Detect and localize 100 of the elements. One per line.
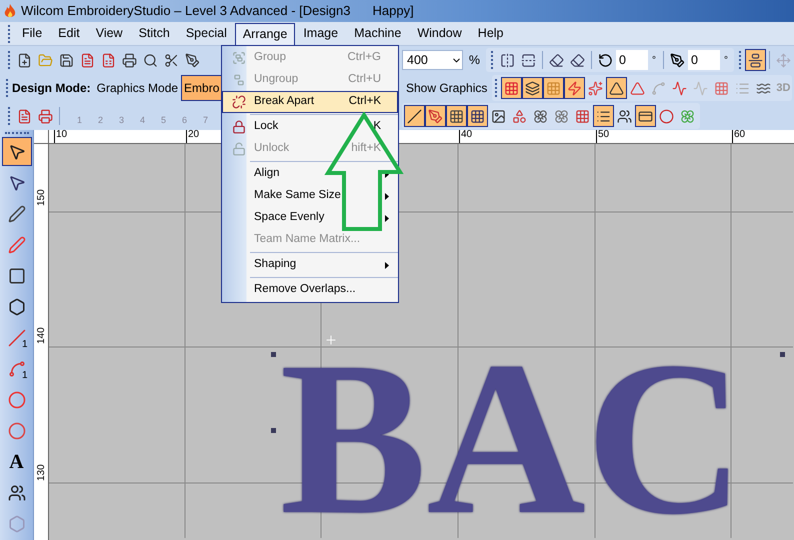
reshape-pointer-icon xyxy=(8,174,26,192)
new-file-icon xyxy=(17,52,32,68)
card-icon xyxy=(638,108,653,124)
ruler-label: 130 xyxy=(37,465,47,481)
zoom-field[interactable]: 400 xyxy=(402,50,463,70)
flame-icon xyxy=(3,3,17,19)
menu-item-icon xyxy=(232,142,246,156)
mesh-stitch-icon xyxy=(546,80,562,96)
menu-item[interactable]: Image xyxy=(295,22,346,44)
align-center-icon xyxy=(748,52,763,68)
ruler-label: 40 xyxy=(459,130,472,143)
menu-item-icon xyxy=(232,95,246,109)
arrow-pointer-tool[interactable] xyxy=(2,137,32,166)
ruler-label: 60 xyxy=(732,130,746,143)
mesh-stitch-button[interactable] xyxy=(543,77,564,99)
menu-item[interactable]: Stitch xyxy=(130,22,178,44)
dotted-block-icon xyxy=(714,80,730,96)
flower-icon xyxy=(680,108,695,124)
grid-button[interactable] xyxy=(446,105,467,127)
mirror-horizontal-icon xyxy=(500,52,515,68)
triangle-pattern-icon xyxy=(630,80,646,96)
menu-item[interactable]: Make Same Size xyxy=(222,185,398,207)
design-mode-label: Design Mode: xyxy=(12,80,91,97)
ruler-label: 10 xyxy=(54,130,68,143)
people-row-icon xyxy=(617,108,632,124)
rotate-angle-field[interactable]: 0 xyxy=(616,50,648,70)
zigzag-icon xyxy=(672,80,688,96)
menu-item[interactable]: Remove Overlaps... xyxy=(222,279,398,301)
align-center-button[interactable] xyxy=(745,49,766,71)
ruler-label: 50 xyxy=(596,130,610,143)
crosshair-cursor-icon xyxy=(324,333,338,347)
menu-item[interactable]: Machine xyxy=(346,22,410,44)
degree-unit: ° xyxy=(652,54,656,68)
ruler-label: 150 xyxy=(37,190,47,206)
menu-item-icon xyxy=(232,73,246,87)
ruler-label: 140 xyxy=(37,328,47,344)
line-tool[interactable]: 1 xyxy=(2,323,32,352)
save-icon xyxy=(59,52,74,68)
selection-handle[interactable] xyxy=(780,352,785,357)
hatch-icon xyxy=(756,80,772,96)
card-button[interactable] xyxy=(635,105,656,127)
shortcut-label: Ctrl+G xyxy=(347,50,382,66)
triangle-stitch-icon xyxy=(609,80,624,96)
selection-handle[interactable] xyxy=(271,428,276,433)
menu-item[interactable]: Align xyxy=(222,163,398,185)
menu-item-icon xyxy=(232,51,246,65)
menu-item[interactable]: Arrange xyxy=(234,22,296,44)
open-folder-icon xyxy=(38,52,53,68)
submenu-arrow-icon xyxy=(385,262,389,268)
letter-tool[interactable]: A xyxy=(2,447,32,476)
selection-handle[interactable] xyxy=(271,352,276,357)
node-polygon-icon xyxy=(8,298,26,316)
menu-item-icon xyxy=(232,120,246,134)
stitch-file-icon xyxy=(101,52,116,68)
shapes-icon xyxy=(512,108,527,124)
menu-item[interactable]: Break Apart Ctrl+K xyxy=(222,91,398,113)
color-list-button[interactable] xyxy=(593,105,614,127)
menu-item[interactable]: Help xyxy=(470,22,512,44)
menu-item[interactable]: Edit xyxy=(50,22,88,44)
printer-icon xyxy=(122,52,137,68)
polyline-tool[interactable]: 1 xyxy=(2,354,32,383)
line-icon xyxy=(8,328,26,346)
shortcut-label: Ctrl+U xyxy=(348,72,382,88)
menu-item[interactable]: Lock K xyxy=(222,116,398,138)
menu-item[interactable]: Window xyxy=(409,22,470,44)
table-icon xyxy=(470,108,485,124)
dot-grid-icon xyxy=(575,108,590,124)
grid-stitch-button[interactable] xyxy=(501,77,522,99)
submenu-arrow-icon xyxy=(385,192,389,200)
table-button[interactable] xyxy=(467,105,488,127)
lines-icon xyxy=(735,80,750,96)
people-icon xyxy=(8,484,26,502)
wave-document-icon xyxy=(17,108,32,124)
submenu-arrow-icon xyxy=(385,214,389,222)
photo-icon xyxy=(491,108,506,124)
menu-item[interactable]: File xyxy=(14,22,50,44)
shortcut-label: Ctrl+K xyxy=(348,94,382,110)
embroidery-file-icon xyxy=(80,52,95,68)
grid-icon xyxy=(449,108,464,124)
mirror-vertical-icon xyxy=(521,52,536,68)
mode-button[interactable]: Show Graphics xyxy=(403,75,490,101)
window-title-tail: Happy] xyxy=(372,2,414,20)
rotate-icon xyxy=(598,52,613,68)
zoom-unit: % xyxy=(468,52,480,69)
shortcut-label: hift+K xyxy=(351,141,382,156)
triangle-stitch-button[interactable] xyxy=(606,77,628,99)
degree-unit: ° xyxy=(724,54,728,68)
menu-item[interactable]: Shaping xyxy=(222,254,398,276)
polyline-icon xyxy=(8,360,26,378)
ruler-corner[interactable] xyxy=(34,130,49,144)
color-list-icon xyxy=(596,108,611,124)
menu-item[interactable]: Special xyxy=(178,22,235,44)
menu-item[interactable]: View xyxy=(88,22,131,44)
skew-angle-field[interactable]: 0 xyxy=(688,50,720,70)
3d-label: 3D xyxy=(776,80,790,96)
move-nodes-icon xyxy=(776,52,791,68)
ruler-label: 20 xyxy=(186,130,200,143)
mode-button[interactable]: Embro xyxy=(181,75,221,101)
menu-item[interactable]: Space Evenly xyxy=(222,207,398,229)
mode-button[interactable]: Graphics Mode xyxy=(94,75,182,101)
